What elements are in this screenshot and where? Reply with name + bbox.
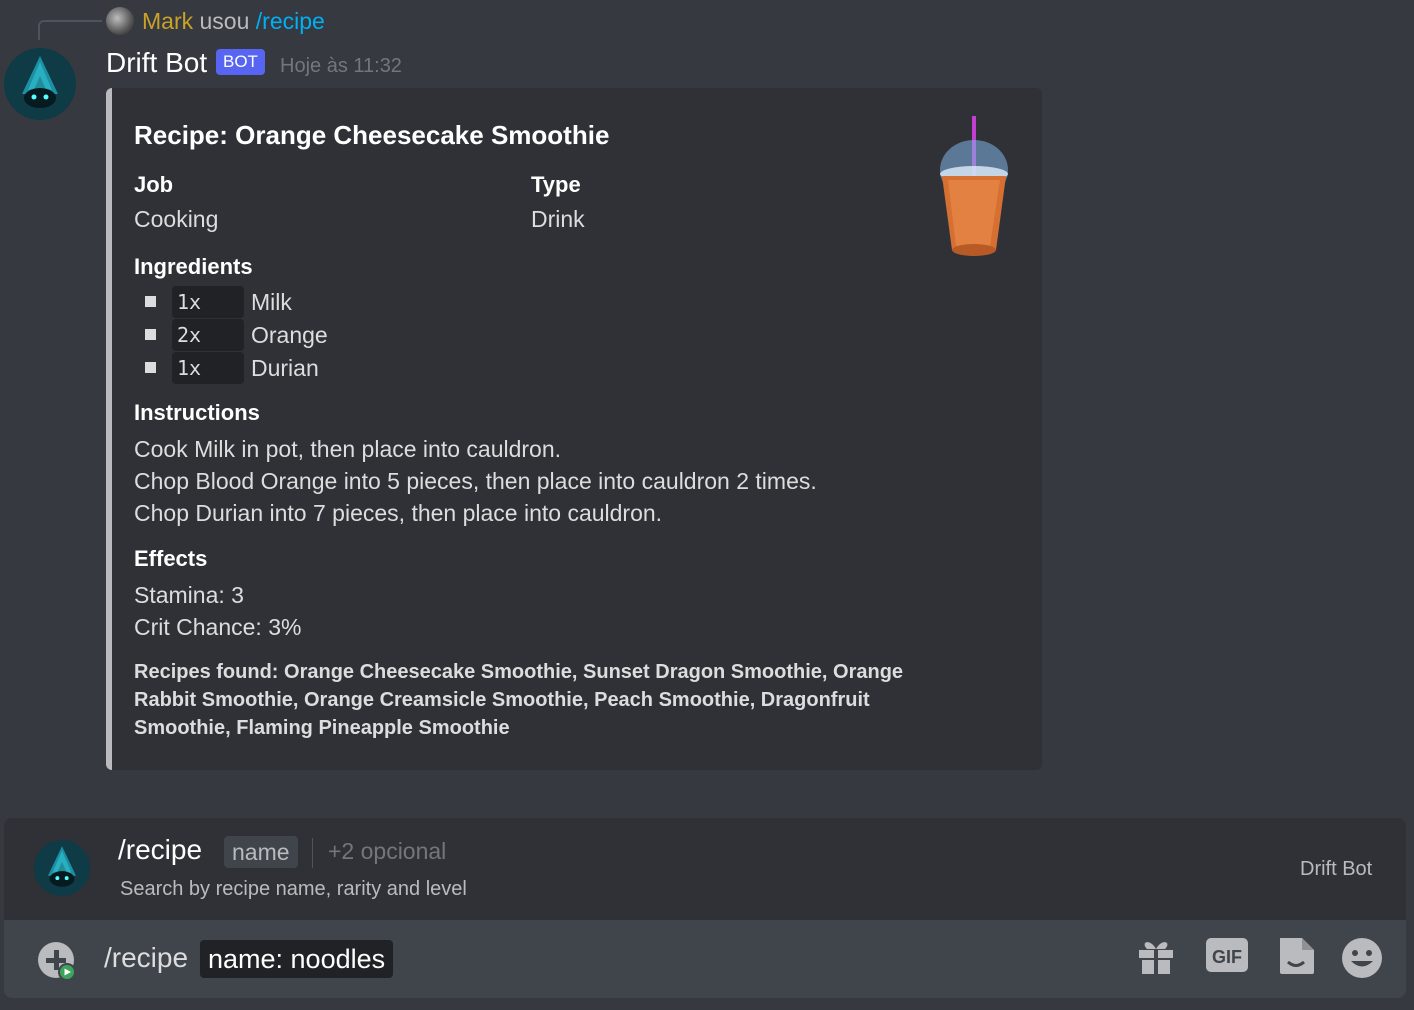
instruction-line: Chop Durian into 7 pieces, then place in… <box>134 500 663 526</box>
list-item: 1x Milk <box>140 286 540 318</box>
username[interactable]: Mark <box>142 8 193 34</box>
instruction-line: Chop Blood Orange into 5 pieces, then pl… <box>134 468 817 494</box>
bot-avatar[interactable] <box>4 48 76 120</box>
bot-avatar-icon <box>4 48 76 120</box>
ingredient-name: Orange <box>251 322 328 348</box>
gif-label: GIF <box>1212 947 1242 967</box>
emoji-icon[interactable] <box>1340 936 1382 978</box>
instructions-heading: Instructions <box>134 400 260 425</box>
ingredient-name: Durian <box>251 355 319 381</box>
reply-connector <box>38 20 102 40</box>
embed-title: Recipe: Orange Cheesecake Smoothie <box>134 120 610 150</box>
effect-line: Crit Chance: 3% <box>134 614 302 640</box>
sticker-icon[interactable] <box>1276 936 1316 976</box>
bot-avatar <box>34 840 90 896</box>
bot-avatar-icon <box>34 840 90 896</box>
command-autocomplete[interactable] <box>4 818 1406 920</box>
user-avatar[interactable] <box>106 7 134 35</box>
field-job-value: Cooking <box>134 206 219 232</box>
effect-line: Stamina: 3 <box>134 582 244 608</box>
field-type-value: Drink <box>531 206 585 232</box>
list-item: 1x Durian <box>140 352 540 384</box>
autocomplete-source: Drift Bot <box>1300 858 1373 880</box>
bullet-icon <box>145 296 156 307</box>
smoothie-cup-icon <box>930 112 1020 262</box>
embed-footer: Recipes found: Orange Cheesecake Smoothi… <box>134 661 904 739</box>
ingredient-qty: 1x <box>172 286 244 318</box>
used-label: usou <box>199 8 250 34</box>
author-name[interactable]: Drift Bot <box>106 47 207 79</box>
bot-badge: BOT <box>216 49 265 75</box>
command-link[interactable]: /recipe <box>256 8 325 34</box>
autocomplete-description: Search by recipe name, rarity and level <box>120 878 467 900</box>
autocomplete-command[interactable]: /recipe <box>118 834 202 866</box>
list-item: 2x Orange <box>140 319 540 351</box>
effects-heading: Effects <box>134 546 208 571</box>
ingredient-name: Milk <box>251 289 292 315</box>
ingredient-qty: 2x <box>172 319 244 351</box>
ingredient-qty: 1x <box>172 352 244 384</box>
bullet-icon <box>145 329 156 340</box>
plus-icon <box>46 950 76 981</box>
divider <box>312 838 313 868</box>
gif-icon[interactable]: GIF <box>1206 936 1248 976</box>
input-command-text[interactable]: /recipe <box>104 942 188 974</box>
field-job-name: Job <box>134 172 174 197</box>
autocomplete-optional[interactable]: +2 opcional <box>328 838 446 865</box>
command-usage-line: Mark usou /recipe <box>142 8 325 35</box>
message-timestamp[interactable]: Hoje às 11:32 <box>280 55 402 78</box>
bullet-icon <box>145 362 156 373</box>
instruction-line: Cook Milk in pot, then place into cauldr… <box>134 436 562 462</box>
gift-icon[interactable] <box>1136 936 1176 976</box>
autocomplete-param[interactable]: name <box>224 836 298 868</box>
ingredients-heading: Ingredients <box>134 254 253 279</box>
input-option-chip[interactable]: name: noodles <box>200 940 394 978</box>
field-type-name: Type <box>531 172 581 197</box>
upload-button[interactable] <box>38 942 76 981</box>
